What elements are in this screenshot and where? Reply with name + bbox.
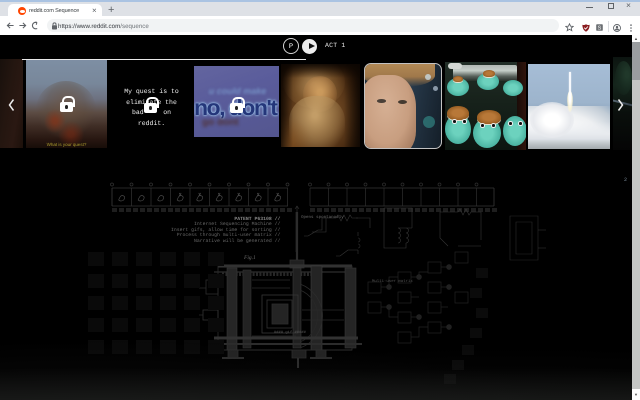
svg-text:S: S <box>597 26 601 31</box>
